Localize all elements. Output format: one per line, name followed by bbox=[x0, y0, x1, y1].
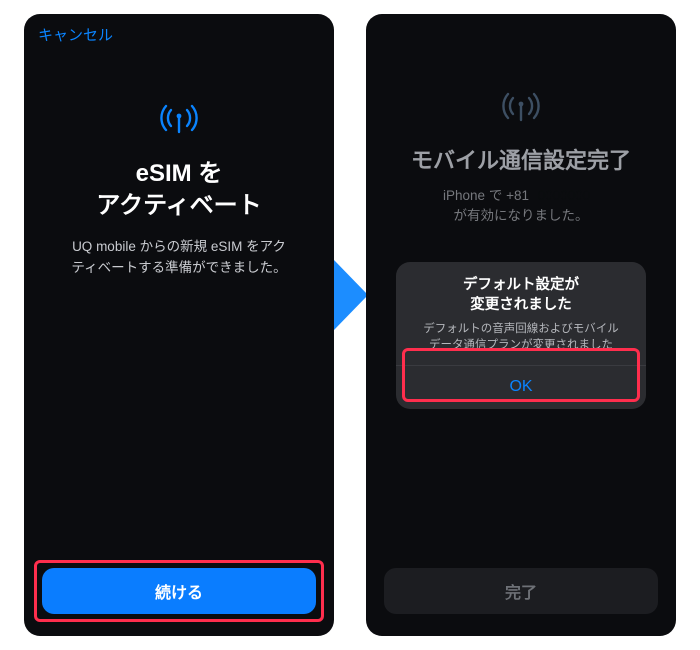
page-title: eSIM を アクティベート bbox=[24, 158, 334, 223]
screen-activate-esim: キャンセル eSIM を アクティベート UQ mobile からの新規 eSI… bbox=[24, 14, 334, 636]
alert-title-line: デフォルト設定が bbox=[463, 277, 579, 293]
continue-button-label: 続ける bbox=[155, 579, 203, 603]
nav-bar: キャンセル bbox=[24, 14, 334, 54]
sub-line: が有効になりました。 bbox=[454, 208, 589, 223]
desc-line: UQ mobile からの新規 eSIM をアク bbox=[72, 239, 286, 254]
alert-dialog: デフォルト設定が 変更されました デフォルトの音声回線およびモバイル データ通信… bbox=[396, 262, 646, 409]
page-description: UQ mobile からの新規 eSIM をアク ティベートする準備ができました… bbox=[24, 223, 334, 279]
desc-line: ティベートする準備ができました。 bbox=[71, 260, 286, 275]
antenna-icon bbox=[501, 86, 541, 126]
alert-message: デフォルトの音声回線およびモバイル データ通信プランが変更されました bbox=[410, 315, 632, 353]
alert-title-line: 変更されました bbox=[470, 297, 572, 313]
title-line: eSIM を bbox=[136, 160, 223, 187]
sub-line: iPhone で +81 bbox=[443, 188, 529, 203]
title-line: アクティベート bbox=[96, 192, 261, 219]
done-button[interactable]: 完了 bbox=[384, 568, 658, 614]
page-subtitle: iPhone で +810000000 が有効になりました。 bbox=[366, 176, 676, 227]
alert-msg-line: データ通信プランが変更されました bbox=[429, 339, 613, 351]
antenna-icon bbox=[159, 98, 199, 138]
page-title: モバイル通信設定完了 bbox=[366, 146, 676, 176]
cancel-button[interactable]: キャンセル bbox=[38, 27, 113, 44]
alert-ok-button[interactable]: OK bbox=[396, 366, 646, 409]
alert-title: デフォルト設定が 変更されました bbox=[410, 276, 632, 315]
screen-setup-complete: モバイル通信設定完了 iPhone で +810000000 が有効になりました… bbox=[366, 14, 676, 636]
done-button-label: 完了 bbox=[505, 579, 537, 603]
continue-button[interactable]: 続ける bbox=[42, 568, 316, 614]
redacted-phone-number: 0000000 bbox=[529, 186, 599, 206]
alert-msg-line: デフォルトの音声回線およびモバイル bbox=[423, 323, 619, 335]
